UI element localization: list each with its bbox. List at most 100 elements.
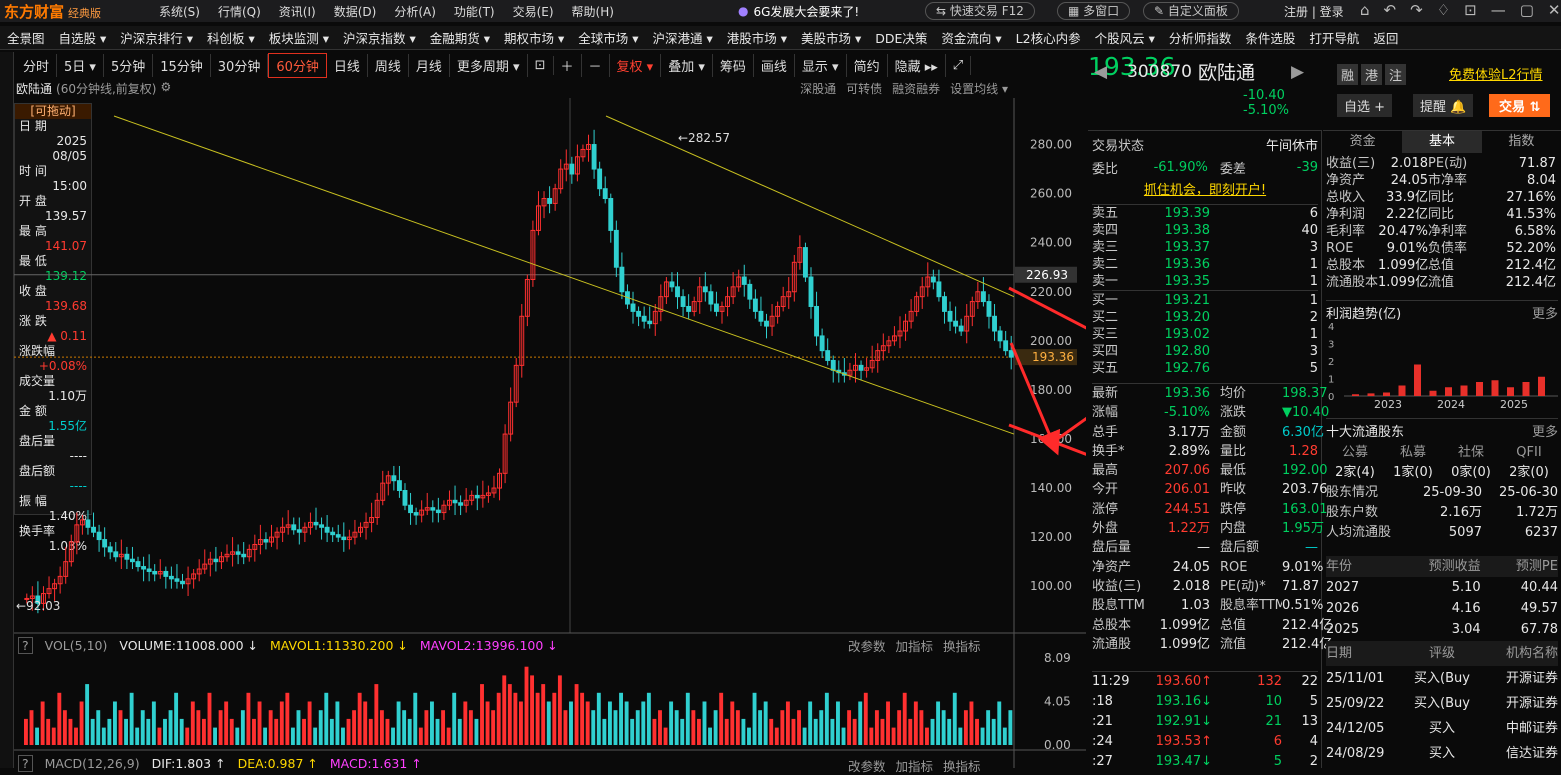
chart-link-0[interactable]: 深股通 <box>800 80 836 97</box>
period-tab-5[interactable]: 60分钟 <box>268 52 327 78</box>
period-tab-0[interactable]: 分时 <box>16 53 58 77</box>
menu-item-4[interactable]: 分析(A) <box>385 3 445 20</box>
open-account-link[interactable]: 抓住机会，即刻开户! <box>1092 179 1318 198</box>
zoom-in-icon[interactable]: ＋ <box>554 53 582 77</box>
info-tab-2[interactable]: 指数 <box>1482 131 1561 153</box>
nav-item-1[interactable]: 自选股 ▾ <box>52 28 114 47</box>
stock-tag-2[interactable]: 注 <box>1385 64 1407 85</box>
nav-item-4[interactable]: 板块监测 ▾ <box>262 28 336 47</box>
custom-panel-button[interactable]: ✎ 自定义面板 <box>1143 2 1239 20</box>
skin-icon[interactable]: ♢ <box>1437 1 1450 19</box>
period-tab-6[interactable]: 日线 <box>327 53 368 77</box>
rating-row[interactable]: 25/09/22 买入(Buy 开源证券 <box>1326 691 1558 716</box>
draw-button[interactable]: 画线 <box>754 53 795 77</box>
asks-row[interactable]: 卖一 193.35 1 <box>1092 273 1318 290</box>
login-link[interactable]: 注册 | 登录 <box>1284 3 1344 20</box>
prev-stock-icon[interactable]: ◀ <box>1094 62 1107 82</box>
stock-tag-0[interactable]: 融 <box>1337 64 1359 85</box>
help-icon[interactable]: ? <box>18 754 33 772</box>
nav-item-2[interactable]: 沪深京排行 ▾ <box>113 28 200 47</box>
back-icon[interactable]: ↶ <box>1384 1 1397 19</box>
next-stock-icon[interactable]: ▶ <box>1291 62 1304 82</box>
fullscreen-icon[interactable]: ⤢ <box>946 55 972 75</box>
stock-tag-1[interactable]: 港 <box>1361 64 1383 85</box>
trade-button[interactable]: 交易 ⇅ <box>1489 94 1551 117</box>
promo-banner[interactable]: ● 6G发展大会要来了! <box>738 2 859 20</box>
left-side-tabs[interactable] <box>0 52 14 768</box>
home-icon[interactable]: ⌂ <box>1360 1 1370 19</box>
volume-link-2[interactable]: 换指标 <box>943 636 981 655</box>
macd-indicator-label[interactable]: MACD(12,26,9) <box>45 756 140 771</box>
chips-button[interactable]: 筹码 <box>713 53 754 77</box>
nav-item-3[interactable]: 科创板 ▾ <box>200 28 262 47</box>
menu-item-6[interactable]: 交易(E) <box>504 3 563 20</box>
bids-row[interactable]: 买四 192.80 3 <box>1092 343 1318 360</box>
quick-trade-button[interactable]: ⇆ 快速交易 F12 <box>925 2 1035 20</box>
profit-more-link[interactable]: 更多 <box>1532 303 1558 322</box>
nav-item-17[interactable]: 条件选股 <box>1238 28 1302 47</box>
chart-link-2[interactable]: 融资融券 <box>892 80 940 97</box>
menu-item-2[interactable]: 资讯(I) <box>270 3 325 20</box>
display-dropdown[interactable]: 显示 ▾ <box>795 53 847 77</box>
lock-icon[interactable]: ⊡ <box>1464 1 1477 19</box>
holders-more-link[interactable]: 更多 <box>1532 421 1558 440</box>
rating-row[interactable]: 24/12/05 买入 中邮证券 <box>1326 716 1558 741</box>
menu-item-5[interactable]: 功能(T) <box>445 3 504 20</box>
lock-icon[interactable]: ⊡ <box>528 55 554 75</box>
bids-row[interactable]: 买一 193.21 1 <box>1092 292 1318 309</box>
nav-item-15[interactable]: 个股风云 ▾ <box>1088 28 1162 47</box>
nav-item-16[interactable]: 分析师指数 <box>1162 28 1239 47</box>
multi-window-button[interactable]: ▦ 多窗口 <box>1057 2 1131 20</box>
period-tab-2[interactable]: 5分钟 <box>104 53 154 77</box>
settings-icon[interactable]: ⚙ <box>160 80 171 98</box>
asks-row[interactable]: 卖四 193.38 40 <box>1092 222 1318 239</box>
period-tab-7[interactable]: 周线 <box>368 53 409 77</box>
hide-button[interactable]: 隐藏 ▸▸ <box>888 53 946 77</box>
minimize-icon[interactable]: — <box>1491 1 1506 19</box>
volume-indicator-label[interactable]: VOL(5,10) <box>45 638 108 653</box>
nav-item-5[interactable]: 沪深京指数 ▾ <box>336 28 423 47</box>
nav-item-10[interactable]: 港股市场 ▾ <box>720 28 794 47</box>
nav-item-8[interactable]: 全球市场 ▾ <box>571 28 645 47</box>
rating-row[interactable]: 24/08/29 买入 信达证券 <box>1326 741 1558 766</box>
info-tab-1[interactable]: 基本 <box>1402 131 1482 153</box>
period-tab-8[interactable]: 月线 <box>409 53 450 77</box>
nav-item-11[interactable]: 美股市场 ▾ <box>794 28 868 47</box>
overlay-dropdown[interactable]: 叠加 ▾ <box>661 53 713 77</box>
bids-row[interactable]: 买三 193.02 1 <box>1092 326 1318 343</box>
chart-link-1[interactable]: 可转债 <box>846 80 882 97</box>
alert-button[interactable]: 提醒 🔔 <box>1413 94 1474 117</box>
volume-link-0[interactable]: 改参数 <box>848 636 886 655</box>
simple-button[interactable]: 简约 <box>847 53 888 77</box>
nav-item-7[interactable]: 期权市场 ▾ <box>497 28 571 47</box>
help-icon[interactable]: ? <box>18 636 33 654</box>
period-tab-9[interactable]: 更多周期 ▾ <box>450 53 528 77</box>
rating-row[interactable]: 25/11/01 买入(Buy 开源证券 <box>1326 666 1558 691</box>
nav-item-14[interactable]: L2核心内参 <box>1009 28 1088 47</box>
menu-item-1[interactable]: 行情(Q) <box>209 3 270 20</box>
nav-item-0[interactable]: 全景图 <box>0 28 52 47</box>
asks-row[interactable]: 卖三 193.37 3 <box>1092 239 1318 256</box>
nav-item-12[interactable]: DDE决策 <box>868 28 934 47</box>
adjust-dropdown[interactable]: 复权 ▾ <box>610 53 662 77</box>
macd-link-1[interactable]: 加指标 <box>896 756 934 775</box>
kline-chart[interactable]: ←282.57 ←92.03 280.00 260.00 240.00 220.00 20… <box>14 98 1086 768</box>
asks-row[interactable]: 卖五 193.39 6 <box>1092 205 1318 222</box>
bids-row[interactable]: 买二 193.20 2 <box>1092 309 1318 326</box>
nav-item-18[interactable]: 打开导航 <box>1302 28 1366 47</box>
bids-row[interactable]: 买五 192.76 5 <box>1092 360 1318 377</box>
chart-link-3[interactable]: 设置均线 ▾ <box>950 80 1008 97</box>
menu-item-3[interactable]: 数据(D) <box>325 3 386 20</box>
maximize-icon[interactable]: ▢ <box>1520 1 1534 19</box>
nav-item-19[interactable]: 返回 <box>1366 28 1405 47</box>
nav-item-9[interactable]: 沪深港通 ▾ <box>646 28 720 47</box>
macd-link-2[interactable]: 换指标 <box>943 756 981 775</box>
period-tab-1[interactable]: 5日 ▾ <box>57 53 104 77</box>
zoom-out-icon[interactable]: － <box>582 53 610 77</box>
nav-item-13[interactable]: 资金流向 ▾ <box>934 28 1008 47</box>
menu-item-0[interactable]: 系统(S) <box>150 3 209 20</box>
free-l2-link[interactable]: 免费体验L2行情 <box>1449 64 1543 83</box>
info-tab-0[interactable]: 资金 <box>1323 131 1402 153</box>
nav-item-6[interactable]: 金融期货 ▾ <box>423 28 497 47</box>
forward-icon[interactable]: ↷ <box>1410 1 1423 19</box>
